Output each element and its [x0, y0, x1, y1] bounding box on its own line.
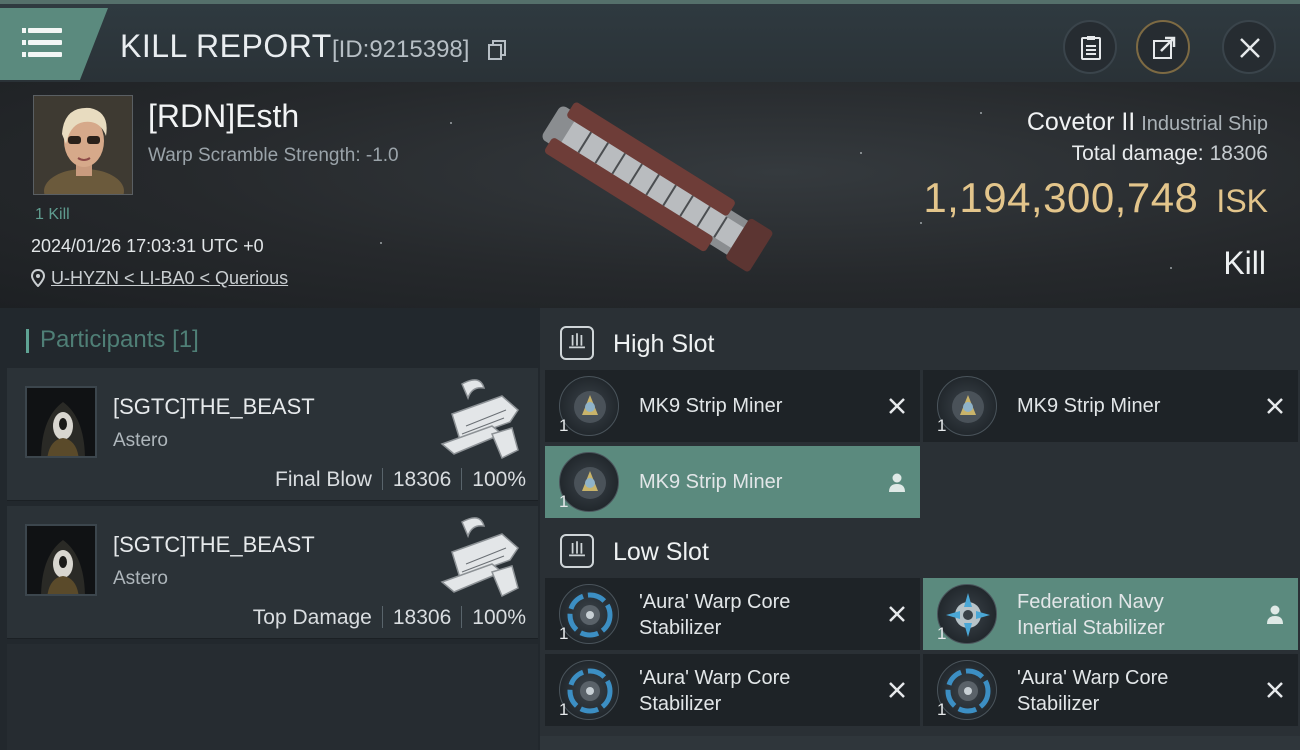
- module-item[interactable]: 1 'Aura' Warp Core Stabilizer: [545, 578, 920, 650]
- location-text: U-HYZN < LI-BA0 < Querious: [51, 268, 289, 288]
- module-name: MK9 Strip Miner: [1017, 395, 1161, 417]
- location-link[interactable]: U-HYZN < LI-BA0 < Querious: [31, 268, 288, 289]
- avatar: [27, 388, 95, 456]
- module-item[interactable]: 1 'Aura' Warp Core Stabilizer: [545, 654, 920, 726]
- isk-amount: 1,194,300,748: [923, 174, 1199, 221]
- module-item[interactable]: 1 MK9 Strip Miner: [545, 446, 920, 518]
- participant-name: [SGTC]THE_BEAST: [113, 394, 315, 419]
- destroyed-icon: [889, 398, 905, 414]
- module-item[interactable]: 1 'Aura' Warp Core Stabilizer: [923, 654, 1298, 726]
- avatar: [27, 526, 95, 594]
- ship-icon: [440, 379, 519, 460]
- ship-icon: [440, 517, 519, 598]
- isk-unit: ISK: [1216, 183, 1268, 219]
- isk-value: 1,194,300,748 ISK: [923, 174, 1268, 222]
- avatar: [34, 96, 132, 194]
- copy-icon[interactable]: [488, 40, 506, 60]
- participant-ship: Astero: [113, 568, 168, 589]
- module-name: Federation Navy Inertial Stabilizer: [1017, 591, 1165, 639]
- module-quantity: 1: [559, 416, 569, 435]
- destroyed-icon: [889, 606, 905, 622]
- module-name: 'Aura' Warp Core Stabilizer: [639, 667, 791, 715]
- report-button[interactable]: [1063, 20, 1117, 74]
- participant-damage: 18306: [392, 606, 452, 629]
- destroyed-icon: [1267, 682, 1283, 698]
- title-bar: KILL REPORT [ID:9215398]: [0, 0, 1300, 82]
- total-damage-label: Total damage:: [1071, 142, 1204, 165]
- kill-outcome: Kill: [1223, 245, 1266, 281]
- report-id: [ID:9215398]: [332, 36, 470, 63]
- person-icon: [889, 473, 905, 492]
- participants-label: Participants: [40, 326, 166, 353]
- high-slot-label: High Slot: [613, 330, 715, 358]
- share-icon: [1153, 36, 1176, 59]
- participant-percent: 100%: [472, 468, 526, 491]
- module-quantity: 1: [937, 416, 947, 435]
- ship-render: [542, 102, 773, 272]
- participant-stats: Final Blow 18306 100%: [275, 468, 526, 492]
- participant-name: [SGTC]THE_BEAST: [113, 532, 315, 557]
- empty-row: [7, 644, 538, 750]
- participant-percent: 100%: [472, 606, 526, 629]
- participant-row[interactable]: [SGTC]THE_BEAST Astero Top Damage 18306 10…: [7, 506, 538, 639]
- location-pin-icon: [31, 269, 45, 287]
- scroll-edge: [540, 736, 1300, 750]
- participant-portrait[interactable]: [25, 524, 97, 596]
- kill-timestamp: 2024/01/26 17:03:31 UTC +0: [31, 236, 264, 256]
- module-item[interactable]: 1 Federation Navy Inertial Stabilizer: [923, 578, 1298, 650]
- destroyed-icon: [1267, 398, 1283, 414]
- destroyed-icon: [889, 682, 905, 698]
- close-icon: [1240, 38, 1260, 58]
- module-item[interactable]: 1 MK9 Strip Miner: [923, 370, 1298, 442]
- low-slot-label: Low Slot: [613, 538, 709, 566]
- module-name: 'Aura' Warp Core Stabilizer: [639, 591, 791, 639]
- high-slot-icon: [560, 326, 594, 360]
- ship-name: Covetor II: [1026, 108, 1136, 136]
- warp-scramble-strength: Warp Scramble Strength: -1.0: [148, 145, 399, 166]
- module-quantity: 1: [559, 700, 569, 719]
- participant-stats: Top Damage 18306 100%: [253, 606, 526, 630]
- participant-portrait[interactable]: [25, 386, 97, 458]
- participant-ship: Astero: [113, 430, 168, 451]
- menu-icon: [22, 28, 62, 33]
- participant-damage: 18306: [392, 468, 452, 491]
- total-damage-value: 18306: [1209, 142, 1268, 165]
- victim-portrait[interactable]: [33, 95, 133, 195]
- total-damage: Total damage: 18306: [1072, 142, 1268, 166]
- clipboard-icon: [1081, 36, 1101, 60]
- victim-summary: [RDN]Esth Warp Scramble Strength: -1.0 1…: [0, 82, 1300, 308]
- victim-ship[interactable]: Covetor II Industrial Ship: [1027, 108, 1268, 137]
- participant-role: Top Damage: [252, 606, 372, 629]
- participant-row[interactable]: [SGTC]THE_BEAST Astero Final Blow 18306 10…: [7, 368, 538, 501]
- participant-role: Final Blow: [275, 468, 372, 491]
- participants-panel: Participants [1] [SGTC]THE_BEAST Astero: [0, 308, 540, 750]
- module-name: MK9 Strip Miner: [639, 471, 783, 493]
- kill-count: 1 Kill: [35, 206, 70, 223]
- module-name: MK9 Strip Miner: [639, 395, 783, 417]
- module-quantity: 1: [559, 492, 569, 511]
- module-quantity: 1: [937, 700, 947, 719]
- page-title: KILL REPORT: [120, 28, 332, 64]
- share-button[interactable]: [1136, 20, 1190, 74]
- participants-title: Participants [1]: [26, 326, 199, 354]
- victim-name[interactable]: [RDN]Esth: [148, 98, 299, 135]
- ship-class: Industrial Ship: [1141, 113, 1268, 135]
- close-button[interactable]: [1222, 20, 1276, 74]
- module-name: 'Aura' Warp Core Stabilizer: [1017, 667, 1169, 715]
- module-quantity: 1: [559, 624, 569, 643]
- module-quantity: 1: [937, 624, 947, 643]
- low-slot-icon: [560, 534, 594, 568]
- module-item[interactable]: 1 MK9 Strip Miner: [545, 370, 920, 442]
- participants-count: [1]: [172, 326, 199, 353]
- menu-button[interactable]: [0, 8, 108, 80]
- person-icon: [1267, 605, 1283, 624]
- fitting-panel: High Slot 1 MK9 Strip Miner 1 MK9 Strip …: [540, 308, 1300, 750]
